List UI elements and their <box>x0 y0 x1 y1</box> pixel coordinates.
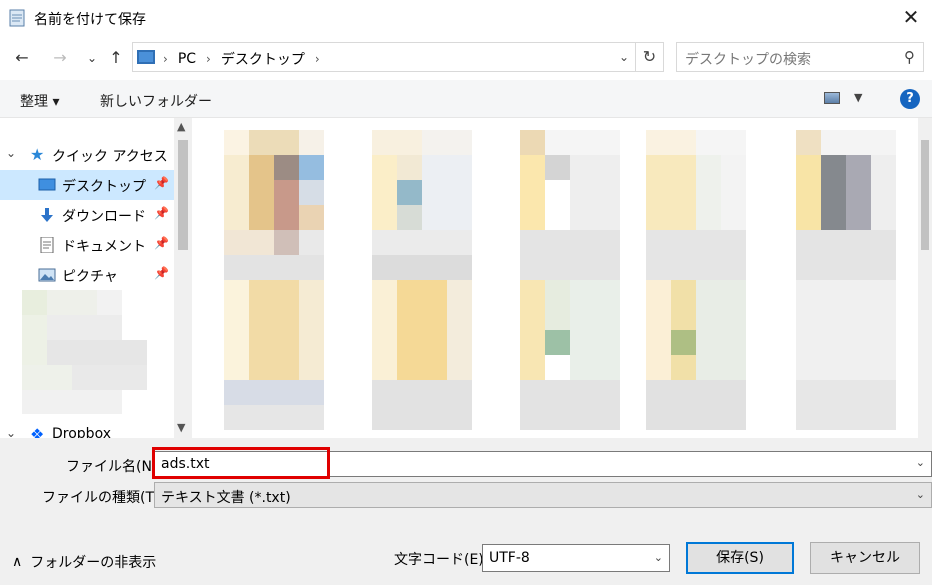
view-options-icon[interactable] <box>824 92 840 104</box>
forward-button[interactable]: → <box>50 48 70 68</box>
pc-icon <box>137 50 155 64</box>
filetype-label: ファイルの種類(T): <box>42 490 165 506</box>
sidebar-item-pictures[interactable]: ピクチャ 📌 <box>0 260 174 290</box>
download-icon <box>41 208 53 222</box>
pictures-icon <box>38 268 56 282</box>
breadcrumb-separator[interactable]: › <box>206 52 211 66</box>
organize-button[interactable]: 整理 ▾ <box>20 91 59 111</box>
close-button[interactable]: ✕ <box>900 6 922 28</box>
breadcrumb-separator[interactable]: › <box>163 52 168 66</box>
chevron-down-icon[interactable]: ⌄ <box>916 456 925 469</box>
blurred-sidebar-items <box>22 290 147 414</box>
address-dropdown-icon[interactable]: ⌄ <box>619 50 629 64</box>
chevron-up-icon: ∧ <box>12 554 23 570</box>
sidebar-item-label: Dropbox <box>52 426 111 438</box>
recent-locations-button[interactable]: ⌄ <box>82 48 102 68</box>
sidebar-item-desktop[interactable]: デスクトップ 📌 <box>0 170 174 200</box>
dropbox-icon: ❖ <box>30 425 45 438</box>
chevron-down-icon[interactable]: ⌄ <box>6 426 16 438</box>
chevron-down-icon[interactable]: ⌄ <box>6 146 16 160</box>
scroll-up-icon[interactable]: ▲ <box>177 120 185 133</box>
blurred-thumbnail <box>520 130 620 430</box>
command-toolbar: 整理 ▾ 新しいフォルダー ▼ ? <box>0 80 932 118</box>
title-bar: 名前を付けて保存 ✕ <box>0 0 932 36</box>
breadcrumb-desktop[interactable]: デスクトップ <box>221 49 305 69</box>
navigation-bar: ← → ⌄ ↑ › PC › デスクトップ › ⌄ ↻ デスクトップの検索 ⚲ <box>0 36 932 80</box>
document-icon <box>40 237 54 253</box>
chevron-down-icon[interactable]: ⌄ <box>654 551 663 564</box>
star-icon: ★ <box>30 145 45 164</box>
encoding-value: UTF-8 <box>489 550 530 566</box>
search-box[interactable]: デスクトップの検索 ⚲ <box>676 42 924 72</box>
scrollbar-thumb[interactable] <box>178 140 188 250</box>
sidebar-item-label: ピクチャ <box>62 269 118 285</box>
up-button[interactable]: ↑ <box>106 48 126 68</box>
help-icon[interactable]: ? <box>900 89 920 109</box>
hide-folders-label: フォルダーの非表示 <box>30 555 157 571</box>
back-button[interactable]: ← <box>12 48 32 68</box>
view-dropdown-icon[interactable]: ▼ <box>854 91 862 104</box>
blurred-thumbnail <box>796 130 896 430</box>
hide-folders-button[interactable]: ∧ フォルダーの非表示 <box>12 552 156 572</box>
blurred-thumbnail <box>646 130 746 430</box>
chevron-down-icon[interactable]: ⌄ <box>916 488 925 501</box>
new-folder-button[interactable]: 新しいフォルダー <box>100 91 212 111</box>
sidebar-item-label: デスクトップ <box>62 179 146 195</box>
search-icon[interactable]: ⚲ <box>904 48 915 66</box>
pin-icon[interactable]: 📌 <box>154 236 169 250</box>
save-button[interactable]: 保存(S) <box>686 542 794 574</box>
breadcrumb: › PC › デスクトップ › <box>163 49 320 69</box>
filename-label: ファイル名(N): <box>66 459 163 475</box>
pin-icon[interactable]: 📌 <box>154 206 169 220</box>
sidebar-item-dropbox[interactable]: ⌄ ❖ Dropbox <box>0 420 174 438</box>
content-scrollbar[interactable] <box>918 118 932 438</box>
search-input[interactable]: デスクトップの検索 <box>685 49 811 69</box>
blurred-thumbnail <box>224 130 324 430</box>
refresh-button[interactable]: ↻ <box>635 43 663 71</box>
scroll-down-icon[interactable]: ▼ <box>177 421 185 434</box>
pin-icon[interactable]: 📌 <box>154 266 169 280</box>
breadcrumb-separator[interactable]: › <box>315 52 320 66</box>
scrollbar-thumb[interactable] <box>921 140 929 250</box>
notepad-icon <box>9 9 25 27</box>
highlight-annotation <box>152 447 330 479</box>
encoding-select[interactable]: UTF-8 ⌄ <box>482 544 670 572</box>
sidebar-item-label: ドキュメント <box>62 239 146 255</box>
window-title: 名前を付けて保存 <box>34 12 146 28</box>
pin-icon[interactable]: 📌 <box>154 176 169 190</box>
encoding-label: 文字コード(E): <box>394 552 489 568</box>
sidebar-scrollbar[interactable]: ▲ ▼ <box>174 118 192 438</box>
sidebar-item-label: クイック アクセス <box>52 149 168 165</box>
blurred-thumbnail <box>372 130 472 430</box>
filetype-select[interactable]: テキスト文書 (*.txt) ⌄ <box>154 482 932 508</box>
navigation-pane: ⌄ ★ クイック アクセス デスクトップ 📌 ダウンロード 📌 ドキュメント 📌 <box>0 118 174 438</box>
sidebar-item-downloads[interactable]: ダウンロード 📌 <box>0 200 174 230</box>
address-bar[interactable]: › PC › デスクトップ › ⌄ ↻ <box>132 42 664 72</box>
desktop-icon <box>38 178 56 191</box>
breadcrumb-pc[interactable]: PC <box>178 51 196 67</box>
sidebar-item-quick-access[interactable]: ⌄ ★ クイック アクセス <box>0 140 174 170</box>
file-list-pane[interactable] <box>192 118 918 438</box>
cancel-button[interactable]: キャンセル <box>810 542 920 574</box>
sidebar-item-documents[interactable]: ドキュメント 📌 <box>0 230 174 260</box>
filetype-value: テキスト文書 (*.txt) <box>161 490 291 506</box>
sidebar-item-label: ダウンロード <box>62 209 146 225</box>
